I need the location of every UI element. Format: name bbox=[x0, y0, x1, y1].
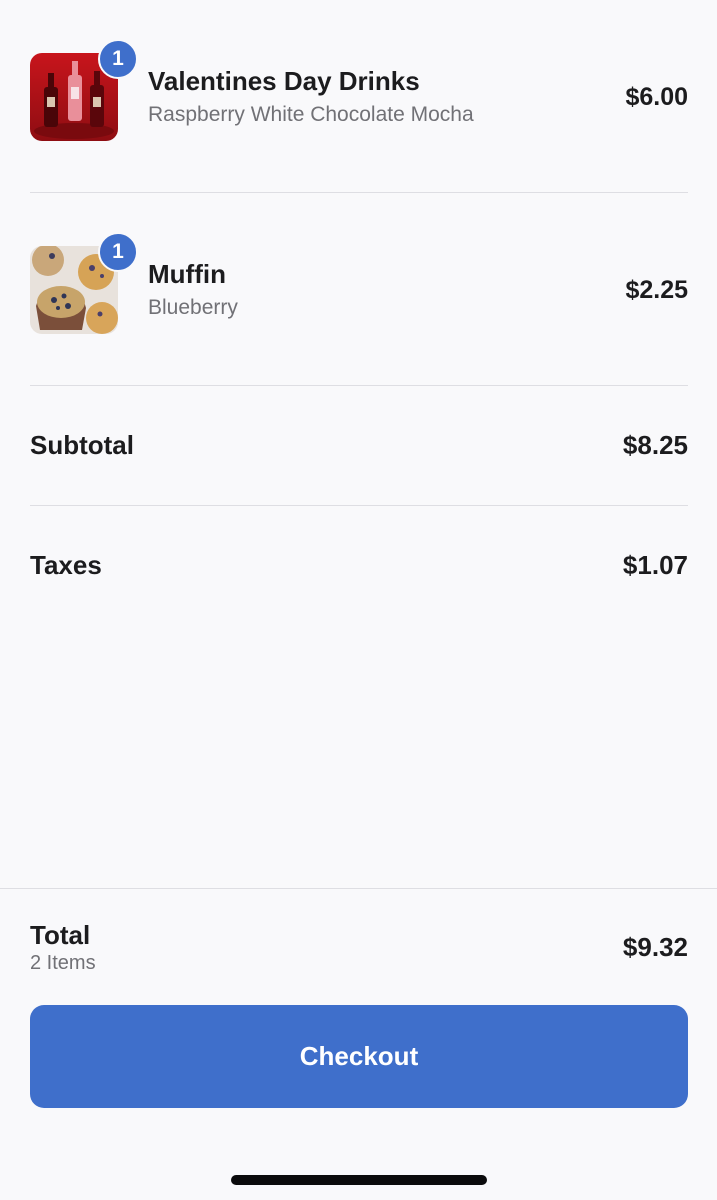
cart-item-row[interactable]: 1 Valentines Day Drinks Raspberry White … bbox=[30, 39, 688, 142]
product-thumbnail-wrapper: 1 bbox=[30, 232, 138, 334]
item-variant: Raspberry White Chocolate Mocha bbox=[148, 103, 474, 126]
item-name: Muffin bbox=[148, 259, 226, 289]
divider bbox=[30, 192, 688, 193]
taxes-label: Taxes bbox=[30, 549, 102, 580]
item-price: $2.25 bbox=[625, 275, 688, 304]
home-indicator[interactable] bbox=[231, 1175, 487, 1185]
subtotal-value: $8.25 bbox=[622, 429, 688, 460]
item-variant: Blueberry bbox=[148, 296, 238, 319]
item-count: 2 Items bbox=[30, 952, 96, 974]
cart-screen: 1 Valentines Day Drinks Raspberry White … bbox=[0, 0, 717, 1200]
divider bbox=[30, 385, 688, 386]
quantity-badge: 1 bbox=[98, 232, 138, 272]
item-details: Valentines Day Drinks Raspberry White Ch… bbox=[148, 65, 625, 129]
item-details: Muffin Blueberry bbox=[148, 258, 625, 322]
taxes-value: $1.07 bbox=[622, 549, 688, 580]
subtotal-row: Subtotal $8.25 bbox=[30, 425, 688, 465]
cart-item-row[interactable]: 1 Muffin Blueberry $2.25 bbox=[30, 232, 688, 335]
checkout-button[interactable]: Checkout bbox=[30, 1005, 688, 1108]
divider bbox=[30, 505, 688, 506]
taxes-row: Taxes $1.07 bbox=[30, 545, 688, 585]
footer-divider bbox=[0, 888, 717, 889]
quantity-badge: 1 bbox=[98, 39, 138, 79]
subtotal-label: Subtotal bbox=[30, 429, 134, 460]
total-value: $9.32 bbox=[622, 932, 688, 962]
item-price: $6.00 bbox=[625, 82, 688, 111]
total-label: Total bbox=[30, 920, 91, 950]
total-section: Total 2 Items $9.32 bbox=[30, 920, 688, 980]
product-thumbnail-wrapper: 1 bbox=[30, 39, 138, 141]
item-name: Valentines Day Drinks bbox=[148, 66, 420, 96]
